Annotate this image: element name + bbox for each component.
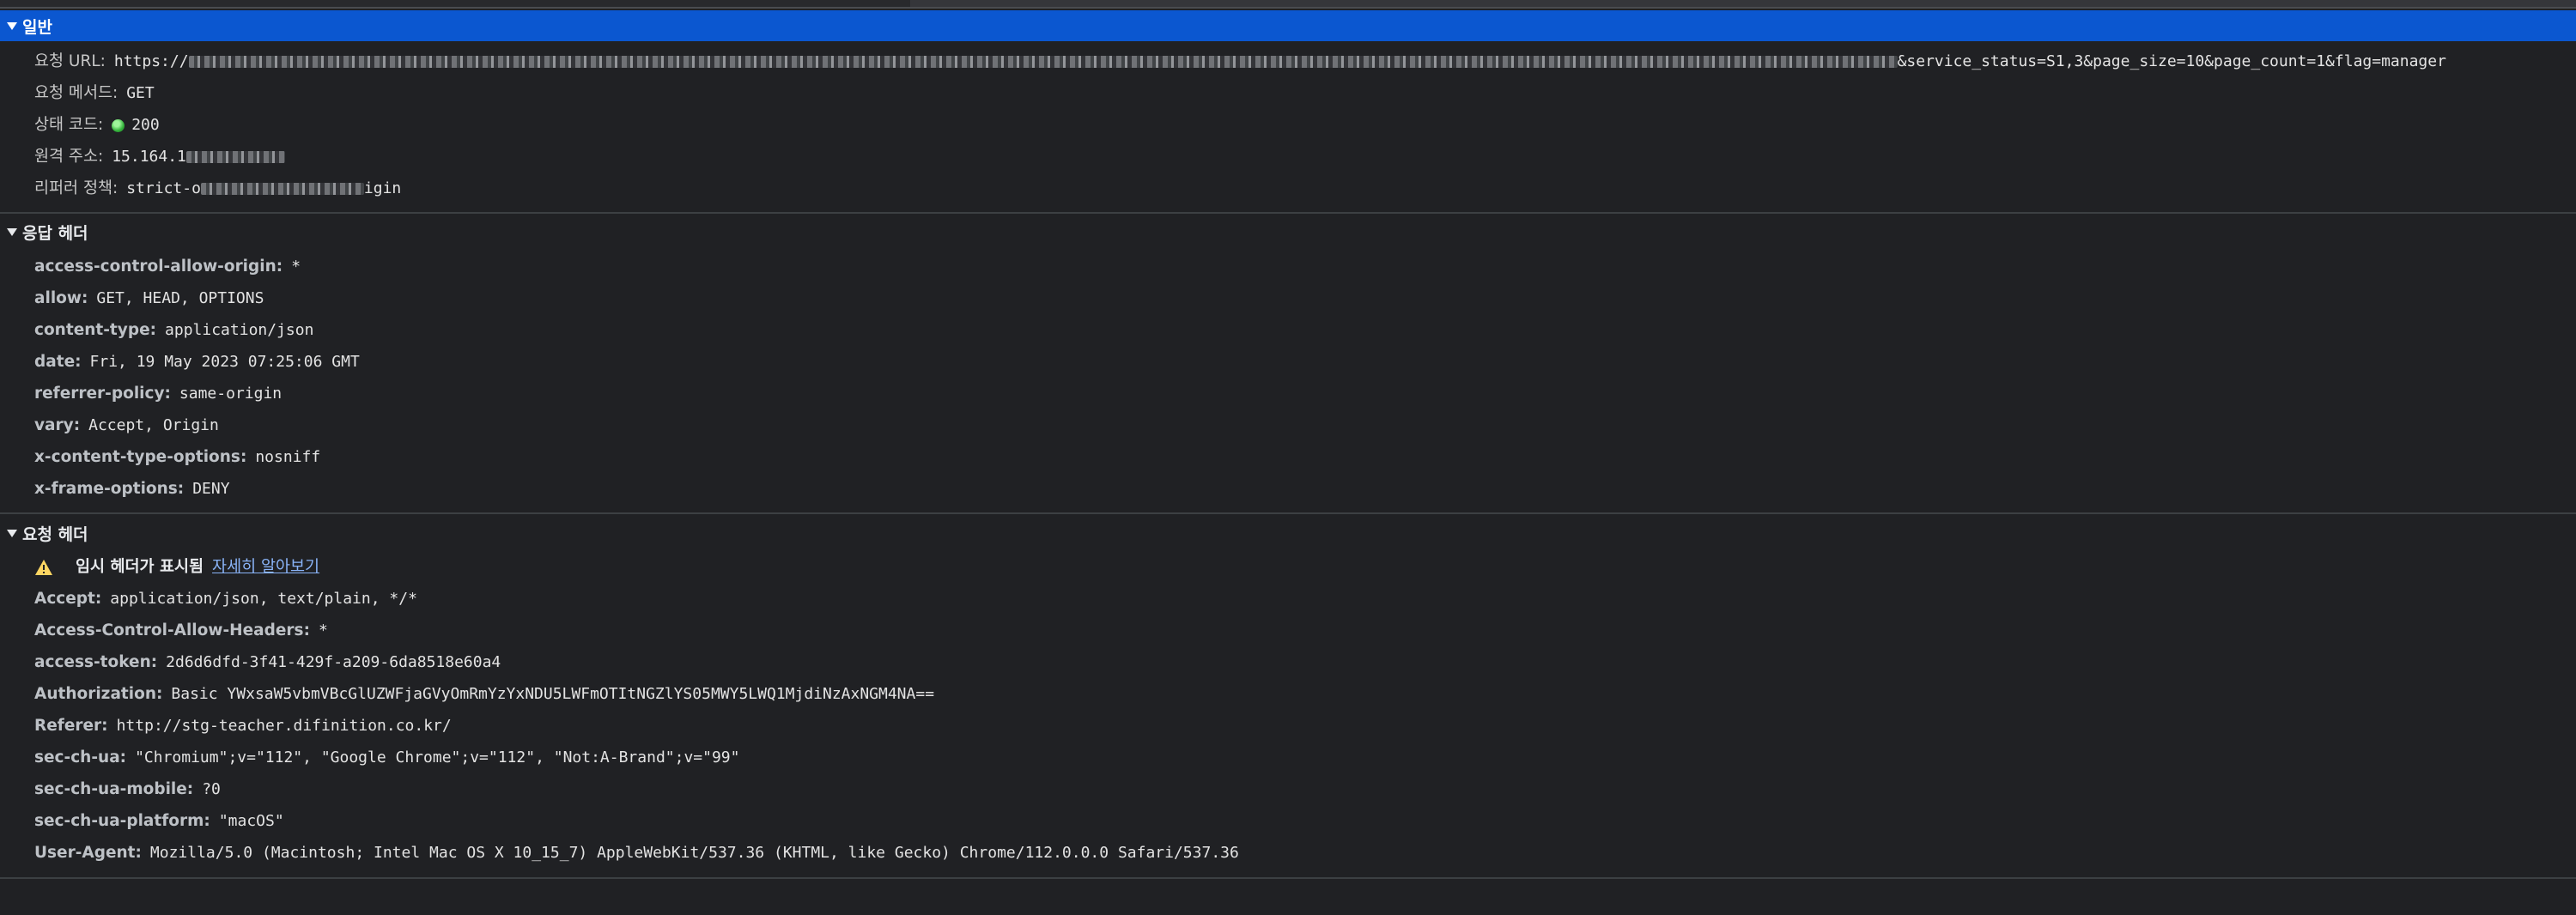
request-method-value[interactable]: GET [126, 78, 155, 109]
request-header-value[interactable]: 2d6d6dfd-3f41-429f-a209-6da8518e60a4 [166, 647, 501, 678]
response-header-key: content-type: [34, 321, 157, 339]
response-header-row: allow: GET, HEAD, OPTIONS [34, 283, 264, 314]
response-header-value[interactable]: * [291, 251, 301, 282]
response-header-key: x-content-type-options: [34, 448, 247, 466]
section-divider [0, 512, 2576, 514]
request-header-key: sec-ch-ua-mobile: [34, 780, 194, 798]
response-header-row: x-frame-options: DENY [34, 474, 230, 505]
referrer-policy-label: 리퍼러 정책: [34, 179, 118, 197]
request-header-value[interactable]: "macOS" [219, 806, 284, 837]
status-code-value[interactable]: 200 [131, 110, 160, 141]
request-method-label: 요청 메서드: [34, 84, 118, 102]
response-header-key: referrer-policy: [34, 385, 171, 403]
request-header-key: Access-Control-Allow-Headers: [34, 621, 310, 639]
request-header-row: Authorization: Basic YWxsaW5vbmVBcGlUZWF… [34, 679, 934, 710]
request-header-row: Accept: application/json, text/plain, */… [34, 584, 417, 615]
redacted-policy-segment [200, 183, 364, 195]
response-header-row: referrer-policy: same-origin [34, 379, 282, 409]
response-header-value[interactable]: application/json [165, 315, 313, 346]
request-header-row: sec-ch-ua-mobile: ?0 [34, 774, 221, 805]
request-header-key: sec-ch-ua-platform: [34, 812, 210, 830]
status-ok-icon [112, 118, 125, 132]
expand-triangle-icon [7, 21, 17, 30]
request-header-row: Access-Control-Allow-Headers: * [34, 615, 328, 646]
response-header-row: content-type: application/json [34, 315, 313, 346]
request-header-key: Accept: [34, 590, 102, 608]
redacted-url-segment [188, 56, 1898, 68]
request-header-value[interactable]: Mozilla/5.0 (Macintosh; Intel Mac OS X 1… [150, 838, 1239, 869]
referrer-policy-suffix[interactable]: igin [364, 173, 401, 204]
response-header-value[interactable]: nosniff [255, 442, 320, 473]
response-header-value[interactable]: same-origin [179, 379, 282, 409]
response-header-key: date: [34, 353, 82, 371]
status-code-row: 상태 코드: 200 [34, 110, 160, 141]
request-header-value[interactable]: http://stg-teacher.difinition.co.kr/ [117, 711, 452, 742]
section-divider [0, 877, 2576, 879]
warning-icon [35, 560, 52, 575]
remote-address-row: 원격 주소: 15.164.1 [34, 142, 285, 173]
referrer-policy-row: 리퍼러 정책: strict-o igin [34, 173, 401, 204]
request-header-key: access-token: [34, 653, 158, 671]
request-url-label: 요청 URL: [34, 52, 106, 70]
request-header-key: Referer: [34, 717, 108, 735]
request-header-key: Authorization: [34, 685, 163, 703]
request-url-prefix[interactable]: https:// [114, 46, 189, 77]
toolbar-strip [0, 0, 2576, 9]
learn-more-link[interactable]: 자세히 알아보기 [212, 552, 319, 583]
section-request-headers-header[interactable]: 요청 헤더 [0, 518, 2576, 548]
response-header-row: date: Fri, 19 May 2023 07:25:06 GMT [34, 347, 360, 378]
response-header-row: access-control-allow-origin: * [34, 251, 301, 282]
status-code-label: 상태 코드: [34, 116, 104, 134]
request-header-value[interactable]: * [319, 615, 328, 646]
request-header-key: sec-ch-ua: [34, 748, 127, 767]
request-header-row: sec-ch-ua-platform: "macOS" [34, 806, 284, 837]
response-header-row: x-content-type-options: nosniff [34, 442, 320, 473]
response-header-key: x-frame-options: [34, 480, 185, 498]
provisional-headers-warning: 임시 헤더가 표시됨 자세히 알아보기 [34, 552, 319, 583]
section-response-headers-title: 응답 헤더 [22, 223, 88, 243]
section-request-headers-title: 요청 헤더 [22, 524, 88, 544]
section-divider [0, 212, 2576, 214]
request-url-row: 요청 URL: https:// &service_status=S1,3&pa… [34, 46, 2446, 77]
request-header-row: sec-ch-ua: "Chromium";v="112", "Google C… [34, 742, 739, 773]
expand-triangle-icon [7, 529, 17, 537]
response-header-value[interactable]: DENY [192, 474, 229, 505]
request-url-suffix[interactable]: &service_status=S1,3&page_size=10&page_c… [1898, 46, 2446, 77]
redacted-address-segment [185, 151, 285, 163]
response-header-key: vary: [34, 416, 81, 434]
response-header-key: allow: [34, 289, 88, 307]
remote-address-label: 원격 주소: [34, 148, 104, 166]
request-header-row: Referer: http://stg-teacher.difinition.c… [34, 711, 452, 742]
response-header-value[interactable]: Fri, 19 May 2023 07:25:06 GMT [90, 347, 360, 378]
section-general-title: 일반 [22, 17, 52, 37]
remote-address-value[interactable]: 15.164.1 [112, 142, 186, 173]
warning-text: 임시 헤더가 표시됨 [76, 558, 204, 576]
toolbar-tab-area [0, 0, 910, 7]
request-header-value[interactable]: application/json, text/plain, */* [110, 584, 417, 615]
request-header-row: access-token: 2d6d6dfd-3f41-429f-a209-6d… [34, 647, 501, 678]
request-method-row: 요청 메서드: GET [34, 78, 155, 109]
response-header-value[interactable]: GET, HEAD, OPTIONS [96, 283, 264, 314]
request-header-value[interactable]: "Chromium";v="112", "Google Chrome";v="1… [135, 742, 739, 773]
request-header-key: User-Agent: [34, 844, 142, 862]
expand-triangle-icon [7, 227, 17, 236]
section-response-headers-header[interactable]: 응답 헤더 [0, 216, 2576, 247]
request-header-value[interactable]: ?0 [202, 774, 221, 805]
request-header-row: User-Agent: Mozilla/5.0 (Macintosh; Inte… [34, 838, 1239, 869]
section-general-header[interactable]: 일반 [0, 10, 2576, 41]
response-header-value[interactable]: Accept, Origin [88, 410, 219, 441]
referrer-policy-prefix[interactable]: strict-o [126, 173, 201, 204]
response-header-key: access-control-allow-origin: [34, 258, 283, 276]
request-header-value[interactable]: Basic YWxsaW5vbmVBcGlUZWFjaGVyOmRmYzYxND… [171, 679, 934, 710]
response-header-row: vary: Accept, Origin [34, 410, 219, 441]
